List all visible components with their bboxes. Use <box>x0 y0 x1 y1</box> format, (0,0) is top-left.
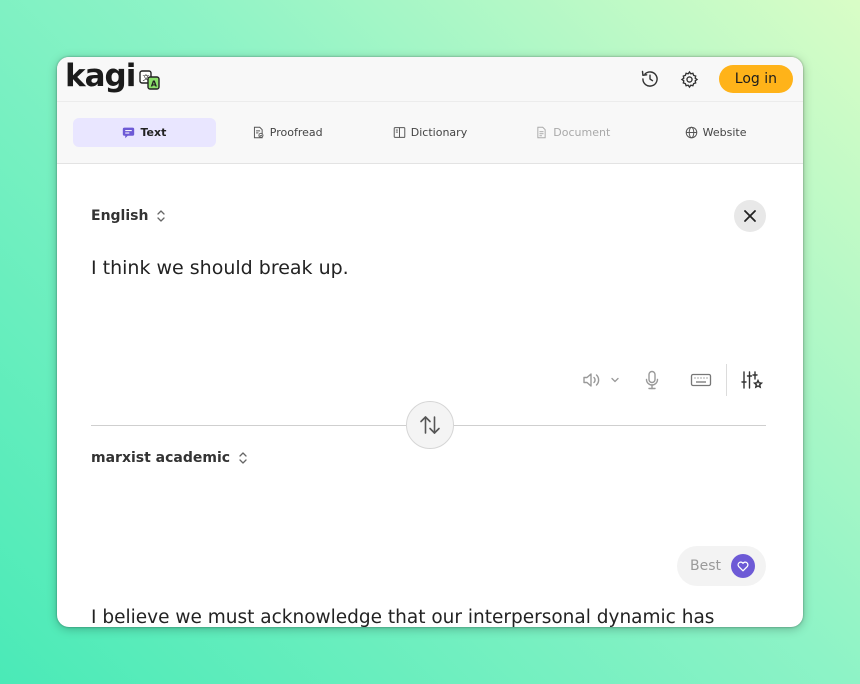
voice-options-button[interactable] <box>610 366 620 394</box>
chevron-up-down-icon <box>239 452 247 464</box>
speaker-icon <box>583 373 600 387</box>
history-icon <box>641 70 658 87</box>
history-button[interactable] <box>635 64 665 94</box>
settings-button[interactable] <box>675 64 705 94</box>
tab-proofread-label: Proofread <box>269 126 323 139</box>
microphone-button[interactable] <box>644 366 660 394</box>
globe-icon <box>685 126 697 139</box>
tab-text[interactable]: Text <box>73 118 216 147</box>
svg-text:A: A <box>151 80 158 89</box>
input-tools <box>582 364 763 396</box>
gear-icon <box>681 70 699 88</box>
kagi-logo[interactable]: kagi 文 A <box>65 60 161 92</box>
tab-website-label: Website <box>702 126 747 139</box>
sliders-icon <box>741 371 763 389</box>
translator-window: kagi 文 A Log in Text Proofread Dictionar… <box>57 57 803 627</box>
keyboard-icon <box>690 373 712 387</box>
customize-button[interactable] <box>741 366 763 394</box>
speak-button[interactable] <box>582 366 602 394</box>
book-icon <box>393 127 406 138</box>
microphone-icon <box>645 370 659 390</box>
tab-dictionary[interactable]: Dictionary <box>359 118 502 147</box>
source-language-select[interactable]: English <box>91 208 166 224</box>
target-style-label: marxist academic <box>91 450 231 466</box>
mode-tabs: Text Proofread Dictionary Document Websi… <box>57 102 803 164</box>
document-icon <box>537 126 546 139</box>
source-text-input[interactable]: I think we should break up. <box>91 257 349 279</box>
tab-document-label: Document <box>553 126 611 139</box>
keyboard-button[interactable] <box>690 366 712 394</box>
clear-text-button[interactable] <box>734 200 766 232</box>
swap-languages-button[interactable] <box>406 401 454 449</box>
document-check-icon <box>253 126 264 139</box>
logo-text: kagi <box>65 57 136 94</box>
translate-logo-icon: 文 A <box>139 70 161 90</box>
tools-divider <box>726 364 727 396</box>
tab-dictionary-label: Dictionary <box>410 126 468 139</box>
tab-website[interactable]: Website <box>644 118 787 147</box>
swap-arrows-icon <box>420 416 440 434</box>
chevron-down-icon <box>611 377 619 383</box>
tab-document[interactable]: Document <box>501 118 644 147</box>
source-language-label: English <box>91 208 149 224</box>
quality-best-button[interactable]: Best <box>676 546 766 586</box>
target-style-select[interactable]: marxist academic <box>91 450 248 466</box>
tab-text-label: Text <box>140 126 167 139</box>
chevron-up-down-icon <box>157 210 166 222</box>
heart-icon <box>731 554 755 578</box>
translated-text: I believe we must acknowledge that our i… <box>91 607 715 627</box>
chat-bubble-icon <box>123 127 135 139</box>
login-button[interactable]: Log in <box>718 65 793 93</box>
quality-label: Best <box>689 558 721 574</box>
header: kagi 文 A Log in <box>57 57 803 102</box>
tab-proofread[interactable]: Proofread <box>216 118 359 147</box>
close-icon <box>744 210 756 222</box>
